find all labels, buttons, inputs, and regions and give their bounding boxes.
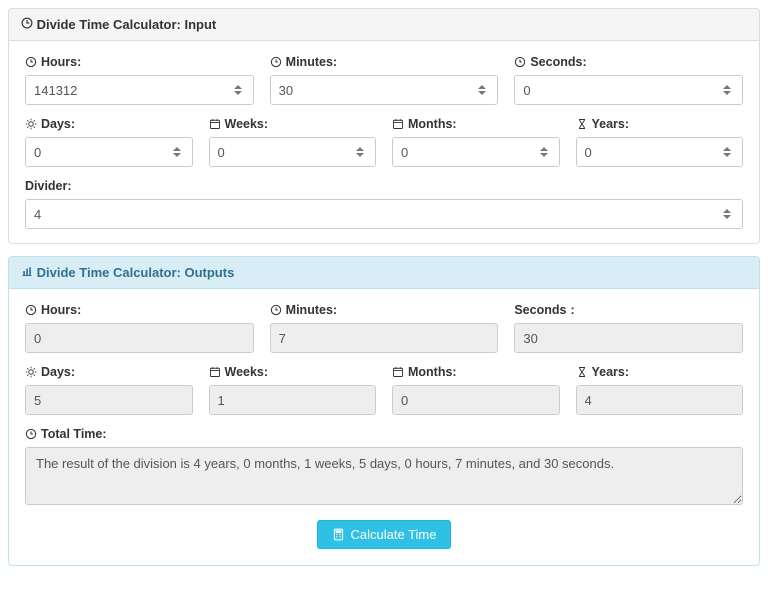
input-panel-title: Divide Time Calculator: Input xyxy=(37,17,217,32)
out-weeks-label: Weeks: xyxy=(209,365,377,379)
divider-label: Divider: xyxy=(25,179,743,193)
clock-icon xyxy=(25,56,37,68)
divider-input[interactable] xyxy=(25,199,743,229)
hourglass-icon xyxy=(576,366,588,378)
out-days-label: Days: xyxy=(25,365,193,379)
seconds-label: Seconds: xyxy=(514,55,743,69)
out-seconds-field xyxy=(514,323,743,353)
clock-icon xyxy=(270,304,282,316)
minutes-label: Minutes: xyxy=(270,55,499,69)
output-panel-header: Divide Time Calculator: Outputs xyxy=(9,257,759,289)
out-hours-label: Hours: xyxy=(25,303,254,317)
minutes-input[interactable] xyxy=(270,75,499,105)
weeks-input[interactable] xyxy=(209,137,377,167)
calendar-icon xyxy=(392,118,404,130)
calendar-icon xyxy=(209,366,221,378)
bar-chart-icon xyxy=(21,265,33,277)
output-panel: Divide Time Calculator: Outputs Hours: M… xyxy=(8,256,760,566)
hours-input[interactable] xyxy=(25,75,254,105)
sun-icon xyxy=(25,118,37,130)
out-months-field xyxy=(392,385,560,415)
out-days-field xyxy=(25,385,193,415)
input-panel-header: Divide Time Calculator: Input xyxy=(9,9,759,41)
clock-icon xyxy=(25,428,37,440)
years-label: Years: xyxy=(576,117,744,131)
years-input[interactable] xyxy=(576,137,744,167)
calculate-time-button[interactable]: Calculate Time xyxy=(317,520,452,549)
days-input[interactable] xyxy=(25,137,193,167)
out-seconds-label: Seconds: xyxy=(514,303,743,317)
out-years-label: Years: xyxy=(576,365,744,379)
hours-label: Hours: xyxy=(25,55,254,69)
out-weeks-field xyxy=(209,385,377,415)
output-panel-title: Divide Time Calculator: Outputs xyxy=(37,265,235,280)
calculator-icon xyxy=(332,528,345,541)
out-months-label: Months: xyxy=(392,365,560,379)
months-label: Months: xyxy=(392,117,560,131)
out-hours-field xyxy=(25,323,254,353)
clock-icon xyxy=(270,56,282,68)
hours-input-wrap xyxy=(25,75,254,105)
input-panel: Divide Time Calculator: Input Hours: Min… xyxy=(8,8,760,244)
calendar-icon xyxy=(392,366,404,378)
out-years-field xyxy=(576,385,744,415)
days-label: Days: xyxy=(25,117,193,131)
total-time-label: Total Time: xyxy=(25,427,743,441)
calculate-time-button-label: Calculate Time xyxy=(351,527,437,542)
weeks-label: Weeks: xyxy=(209,117,377,131)
clock-icon xyxy=(514,56,526,68)
seconds-input[interactable] xyxy=(514,75,743,105)
clock-icon xyxy=(21,17,33,29)
clock-icon xyxy=(25,304,37,316)
input-panel-body: Hours: Minutes: xyxy=(9,41,759,243)
calendar-icon xyxy=(209,118,221,130)
hourglass-icon xyxy=(576,118,588,130)
output-panel-body: Hours: Minutes: Seconds: xyxy=(9,289,759,565)
out-minutes-field xyxy=(270,323,499,353)
sun-icon xyxy=(25,366,37,378)
months-input[interactable] xyxy=(392,137,560,167)
out-minutes-label: Minutes: xyxy=(270,303,499,317)
total-time-field: The result of the division is 4 years, 0… xyxy=(25,447,743,505)
